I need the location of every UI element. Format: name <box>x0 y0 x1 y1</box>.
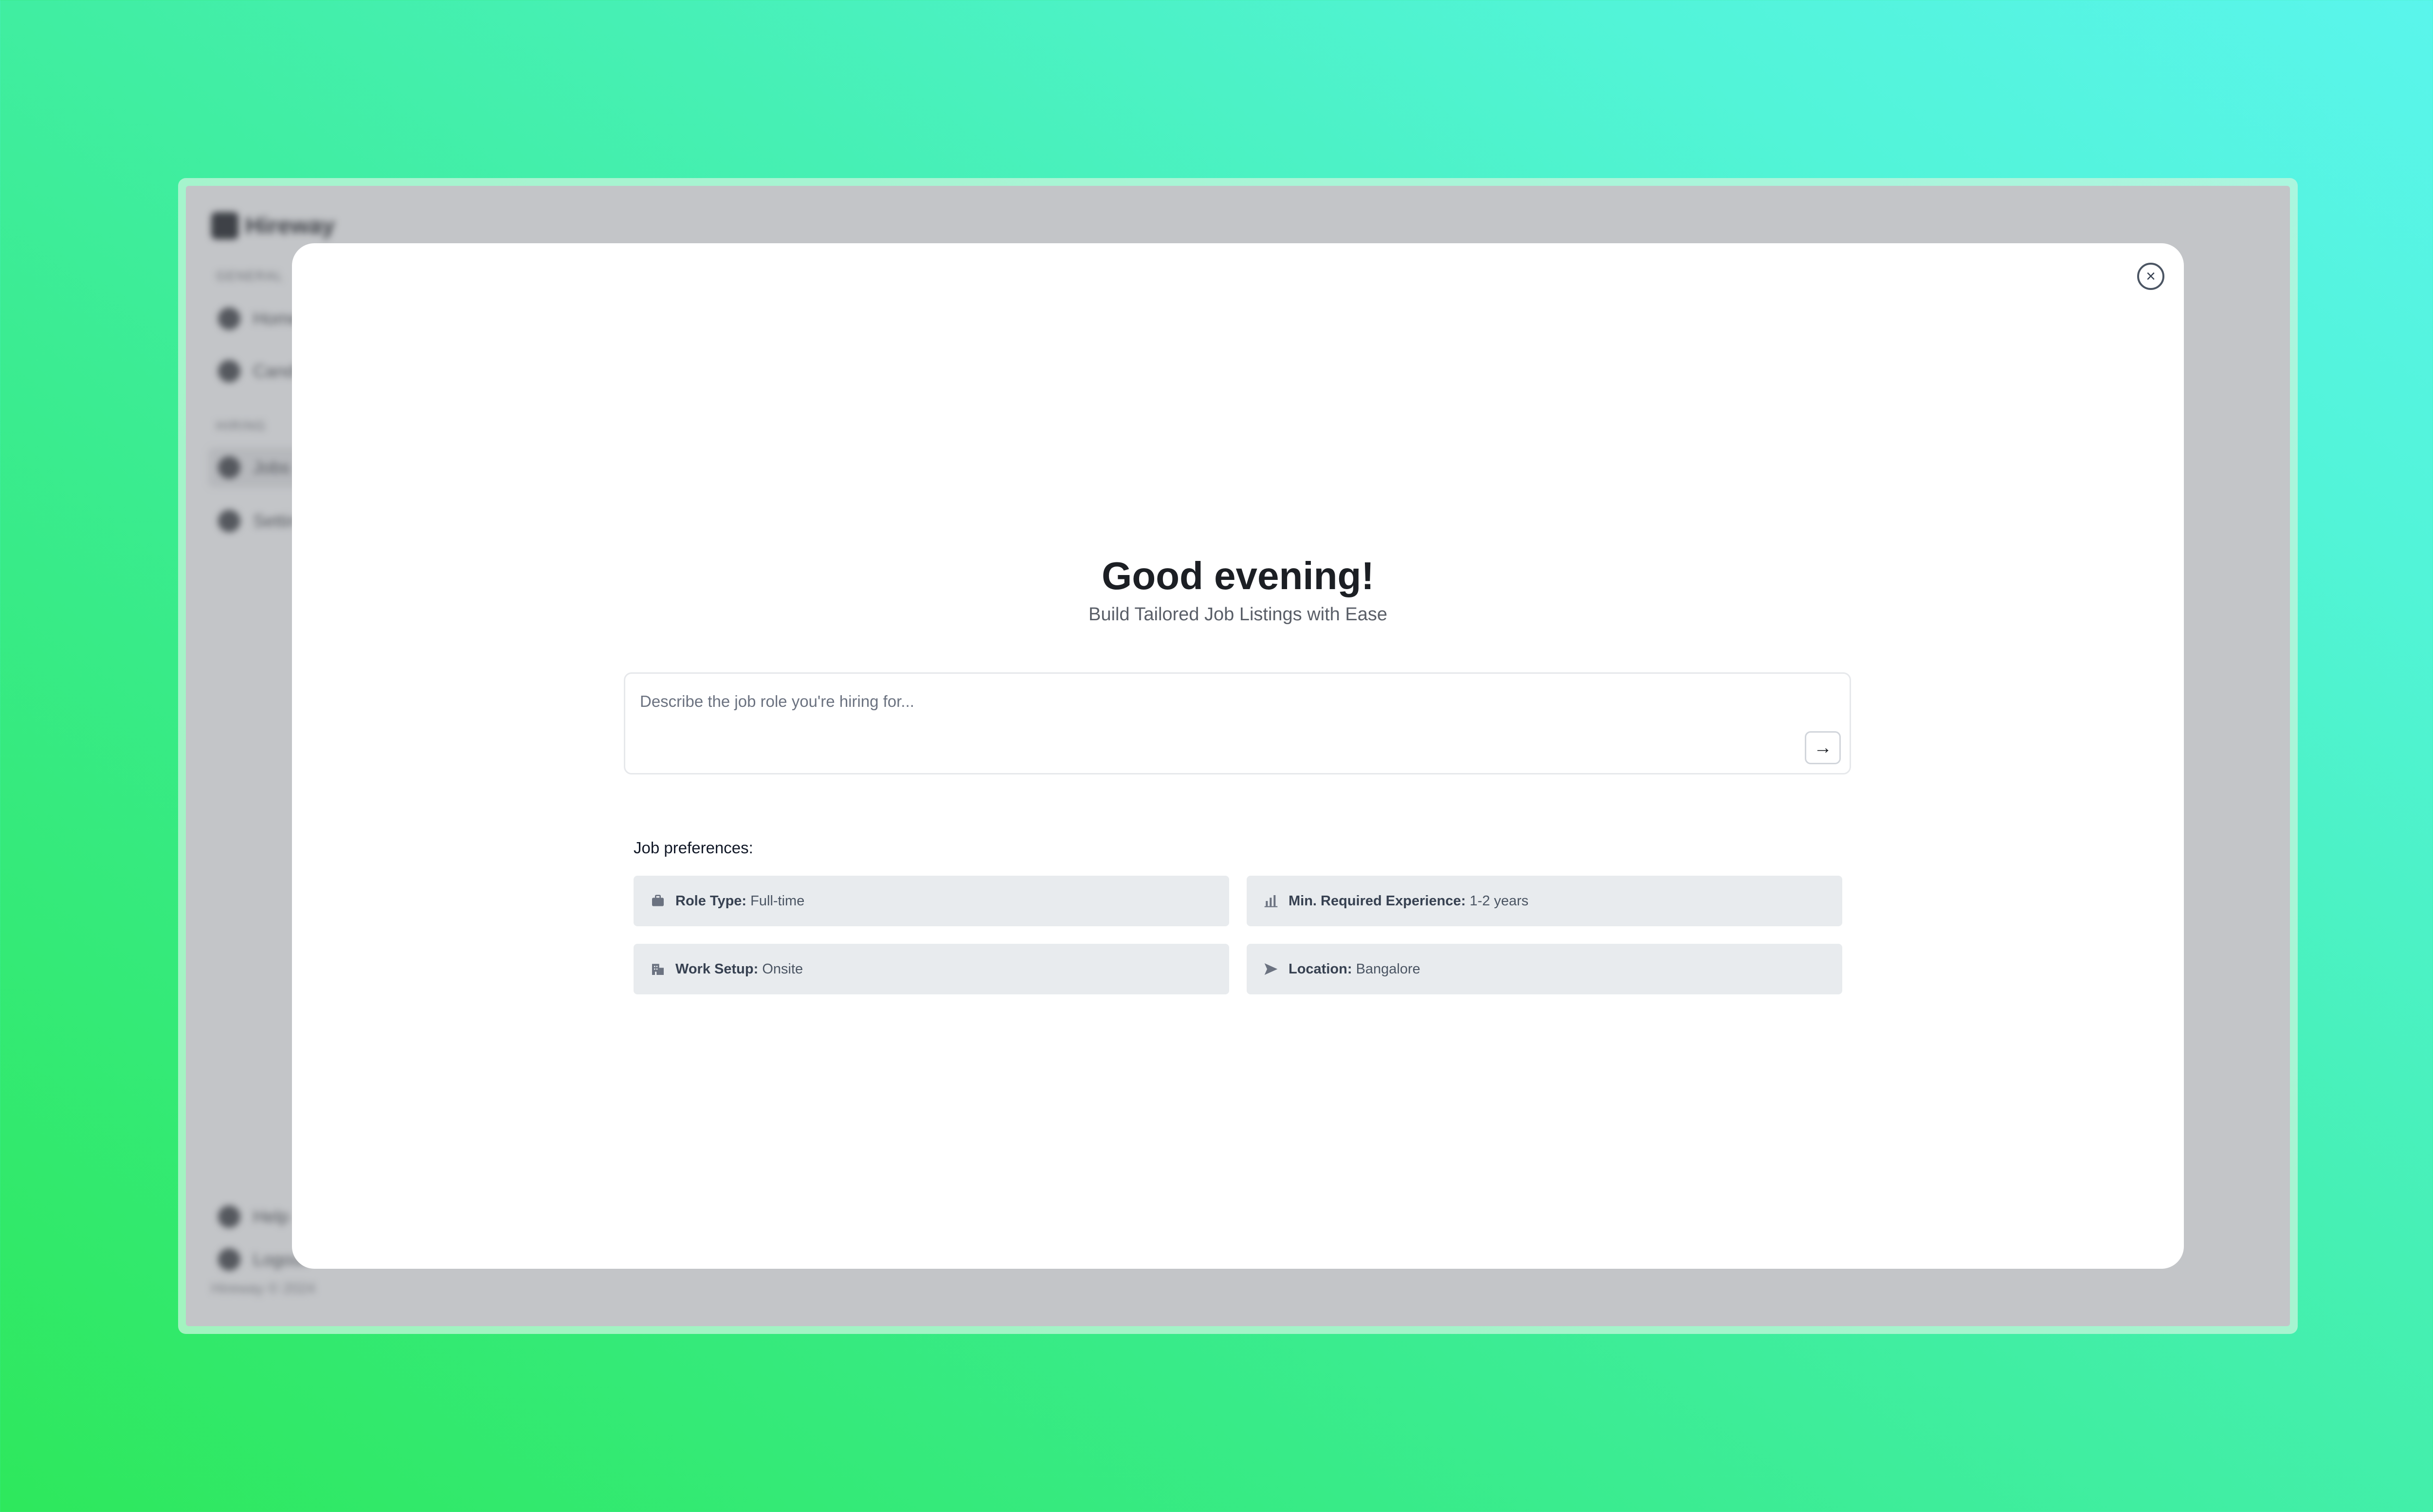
preference-key: Location: <box>1289 961 1352 977</box>
job-preferences-title: Job preferences: <box>634 839 753 857</box>
preference-location[interactable]: Location: Bangalore <box>1247 944 1842 994</box>
brand-logo-icon <box>211 212 238 239</box>
sidebar-group-hiring: HIRING <box>216 418 266 433</box>
job-description-box: → <box>624 672 1851 774</box>
preference-value: Bangalore <box>1356 961 1420 977</box>
briefcase-icon <box>649 892 667 910</box>
preference-work-setup[interactable]: Work Setup: Onsite <box>634 944 1229 994</box>
close-button[interactable]: × <box>2137 263 2164 290</box>
preference-value: Onsite <box>762 961 803 977</box>
help-icon <box>218 1206 240 1228</box>
greeting-title: Good evening! <box>1102 554 1374 597</box>
greeting-subtitle: Build Tailored Job Listings with Ease <box>1089 604 1387 625</box>
preference-key: Work Setup: <box>675 961 759 977</box>
building-icon <box>649 960 667 978</box>
preference-role-type[interactable]: Role Type: Full-time <box>634 876 1229 926</box>
sidebar-group-general: GENERAL <box>216 269 284 283</box>
sidebar-footer: Hireway © 2024 <box>211 1280 315 1296</box>
navigation-arrow-icon <box>1262 960 1280 978</box>
users-icon <box>218 360 240 382</box>
preference-min-experience[interactable]: Min. Required Experience: 1-2 years <box>1247 876 1842 926</box>
preference-value: Full-time <box>750 893 805 909</box>
preference-value: 1-2 years <box>1470 893 1529 909</box>
bar-chart-icon <box>1262 892 1280 910</box>
home-icon <box>218 307 240 330</box>
logout-icon <box>218 1248 240 1271</box>
close-icon: × <box>2146 267 2156 286</box>
job-description-input[interactable] <box>625 674 1850 773</box>
sidebar-item-label: Help <box>253 1206 290 1226</box>
gear-icon <box>218 510 240 532</box>
job-builder-modal: × Good evening! Build Tailored Job Listi… <box>292 243 2184 1269</box>
brand: Hireway <box>211 212 335 239</box>
submit-button[interactable]: → <box>1805 731 1841 764</box>
preference-key: Role Type: <box>675 893 747 909</box>
arrow-right-icon: → <box>1814 737 1832 758</box>
preference-key: Min. Required Experience: <box>1289 893 1466 909</box>
pencil-icon <box>218 456 240 479</box>
brand-name: Hireway <box>245 213 335 239</box>
sidebar-item-label: Jobs <box>253 457 291 477</box>
